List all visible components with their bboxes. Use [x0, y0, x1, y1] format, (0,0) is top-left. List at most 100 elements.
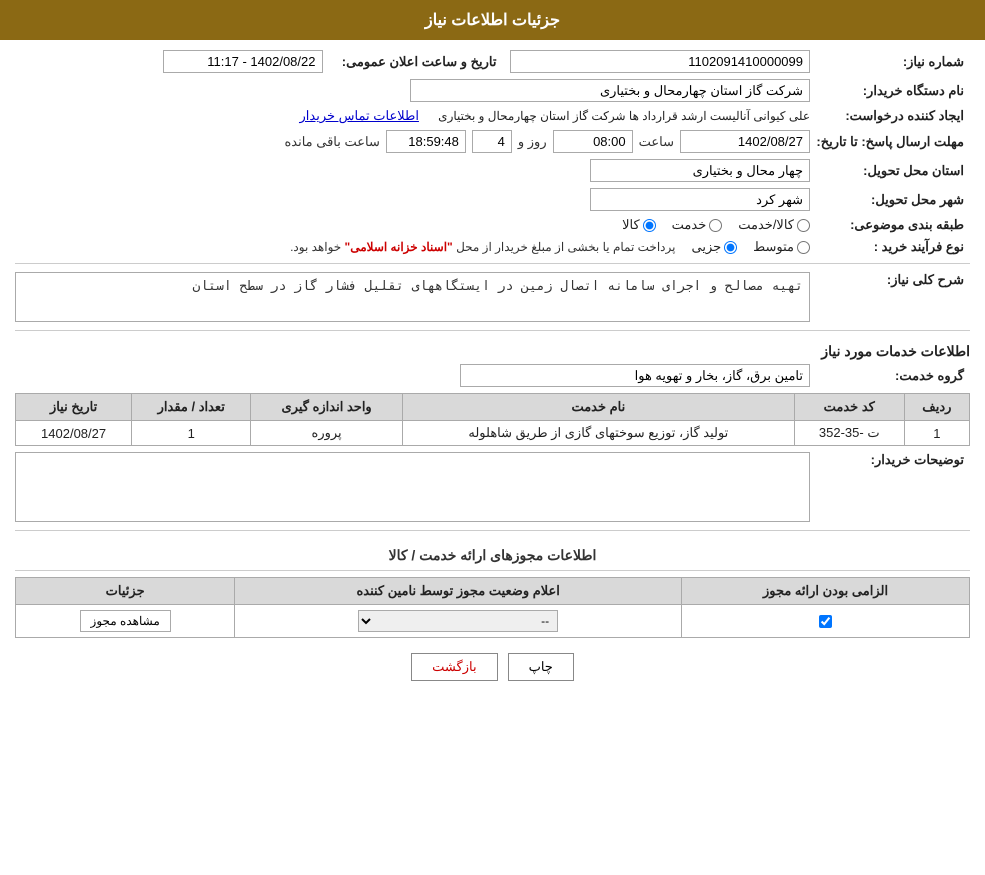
- buyer-notes-box: [15, 452, 810, 522]
- purchase-type-partial-label: جزیی: [691, 239, 721, 255]
- perm-status-cell: --: [235, 605, 682, 638]
- services-table-body: 1ت -35-352تولید گاز، توزیع سوختهای گازی …: [16, 421, 970, 446]
- need-number-value-cell: [503, 50, 811, 73]
- permissions-table-header-row: الزامی بودن ارائه مجوز اعلام وضعیت مجوز …: [16, 578, 970, 605]
- print-button[interactable]: چاپ: [508, 653, 574, 681]
- announcement-input[interactable]: [163, 50, 323, 73]
- bottom-buttons: چاپ بازگشت: [15, 638, 970, 696]
- perm-status-select[interactable]: --: [358, 610, 558, 632]
- category-label: طبقه بندی موضوعی:: [810, 217, 970, 233]
- days-label: روز و: [518, 134, 547, 150]
- permissions-table: الزامی بودن ارائه مجوز اعلام وضعیت مجوز …: [15, 577, 970, 638]
- col-name: نام خدمت: [402, 394, 794, 421]
- services-table: ردیف کد خدمت نام خدمت واحد اندازه گیری ت…: [15, 393, 970, 446]
- col-date: تاریخ نیاز: [16, 394, 132, 421]
- table-cell-name: تولید گاز، توزیع سوختهای گازی از طریق شا…: [402, 421, 794, 446]
- created-by-row: ایجاد کننده درخواست: علی کیوانی آنالیست …: [15, 108, 970, 124]
- delivery-city-value-cell: [15, 188, 810, 211]
- divider-2: [15, 330, 970, 331]
- table-cell-row: 1: [904, 421, 969, 446]
- col-code: کد خدمت: [794, 394, 904, 421]
- purchase-type-medium-label: متوسط: [753, 239, 794, 255]
- table-cell-code: ت -35-352: [794, 421, 904, 446]
- buyer-org-label: نام دستگاه خریدار:: [810, 83, 970, 99]
- permissions-title: اطلاعات مجوزهای ارائه خدمت / کالا: [15, 541, 970, 571]
- perm-col-details: جزئیات: [16, 578, 235, 605]
- category-goods-service-item: کالا/خدمت: [738, 217, 810, 233]
- category-service-label: خدمت: [672, 217, 707, 233]
- table-row: -- مشاهده مجوز: [16, 605, 970, 638]
- created-by-value-cell: علی کیوانی آنالیست ارشد قرارداد ها شرکت …: [15, 108, 810, 124]
- countdown-input[interactable]: [386, 130, 466, 153]
- need-number-label: شماره نیاز:: [810, 54, 970, 70]
- buyer-notes-row: توضیحات خریدار:: [15, 452, 970, 522]
- need-number-input[interactable]: [510, 50, 810, 73]
- purchase-type-partial-radio[interactable]: [724, 241, 737, 254]
- created-by-text: علی کیوانی آنالیست ارشد قرارداد ها شرکت …: [438, 109, 810, 123]
- delivery-province-row: استان محل تحویل:: [15, 159, 970, 182]
- need-description-textarea[interactable]: تهیه مصالح و اجرای سامانه اتصال زمین در …: [15, 272, 810, 322]
- delivery-province-input[interactable]: [590, 159, 810, 182]
- delivery-city-input[interactable]: [590, 188, 810, 211]
- table-row: 1ت -35-352تولید گاز، توزیع سوختهای گازی …: [16, 421, 970, 446]
- perm-required-cell: [682, 605, 970, 638]
- col-quantity: تعداد / مقدار: [132, 394, 251, 421]
- perm-required-checkbox[interactable]: [819, 615, 832, 628]
- purchase-type-radio-group: متوسط جزیی: [691, 239, 810, 255]
- category-goods-radio[interactable]: [643, 219, 656, 232]
- need-number-row: شماره نیاز: تاریخ و ساعت اعلان عمومی:: [15, 50, 970, 73]
- contact-link[interactable]: اطلاعات تماس خریدار: [300, 108, 419, 124]
- purchase-type-medium-item: متوسط: [753, 239, 810, 255]
- buyer-notes-label: توضیحات خریدار:: [810, 452, 970, 468]
- perm-col-required: الزامی بودن ارائه مجوز: [682, 578, 970, 605]
- need-description-value-cell: تهیه مصالح و اجرای سامانه اتصال زمین در …: [15, 272, 810, 322]
- table-cell-unit: پروره: [251, 421, 403, 446]
- perm-col-status: اعلام وضعیت مجوز توسط نامین کننده: [235, 578, 682, 605]
- response-time-input[interactable]: [553, 130, 633, 153]
- main-content: شماره نیاز: تاریخ و ساعت اعلان عمومی: نا…: [0, 40, 985, 706]
- permissions-table-head: الزامی بودن ارائه مجوز اعلام وضعیت مجوز …: [16, 578, 970, 605]
- page-header: جزئیات اطلاعات نیاز: [0, 0, 985, 40]
- table-cell-quantity: 1: [132, 421, 251, 446]
- announcement-label: تاریخ و ساعت اعلان عمومی:: [323, 54, 503, 70]
- purchase-type-partial-item: جزیی: [691, 239, 737, 255]
- category-goods-service-radio[interactable]: [797, 219, 810, 232]
- need-description-row: شرح کلی نیاز: تهیه مصالح و اجرای سامانه …: [15, 272, 970, 322]
- page-title: جزئیات اطلاعات نیاز: [425, 12, 560, 29]
- services-table-head: ردیف کد خدمت نام خدمت واحد اندازه گیری ت…: [16, 394, 970, 421]
- category-radio-group: کالا/خدمت خدمت کالا: [622, 217, 810, 233]
- need-description-label: شرح کلی نیاز:: [810, 272, 970, 288]
- category-service-radio[interactable]: [709, 219, 722, 232]
- delivery-city-label: شهر محل تحویل:: [810, 192, 970, 208]
- buyer-notes-value-cell: [15, 452, 810, 522]
- divider-3: [15, 530, 970, 531]
- category-service-item: خدمت: [672, 217, 723, 233]
- response-deadline-row: مهلت ارسال پاسخ: تا تاریخ: ساعت روز و سا…: [15, 130, 970, 153]
- page-wrapper: جزئیات اطلاعات نیاز شماره نیاز: تاریخ و …: [0, 0, 985, 875]
- back-button[interactable]: بازگشت: [411, 653, 497, 681]
- response-deadline-value-cell: ساعت روز و ساعت باقی مانده: [15, 130, 810, 153]
- view-permit-button[interactable]: مشاهده مجوز: [80, 610, 171, 632]
- delivery-province-value-cell: [15, 159, 810, 182]
- response-time-label: ساعت: [639, 134, 674, 150]
- purchase-notice-text: پرداخت تمام یا بخشی از مبلغ خریدار از مح…: [290, 240, 675, 254]
- purchase-type-value-cell: متوسط جزیی پرداخت تمام یا بخشی از مبلغ خ…: [15, 239, 810, 255]
- purchase-type-medium-radio[interactable]: [797, 241, 810, 254]
- col-unit: واحد اندازه گیری: [251, 394, 403, 421]
- service-group-input[interactable]: [460, 364, 810, 387]
- days-input[interactable]: [472, 130, 512, 153]
- col-row: ردیف: [904, 394, 969, 421]
- response-date-input[interactable]: [680, 130, 810, 153]
- permissions-table-body: -- مشاهده مجوز: [16, 605, 970, 638]
- service-group-value-cell: [15, 364, 810, 387]
- category-value-cell: کالا/خدمت خدمت کالا: [15, 217, 810, 233]
- services-table-header-row: ردیف کد خدمت نام خدمت واحد اندازه گیری ت…: [16, 394, 970, 421]
- buyer-org-input[interactable]: [410, 79, 810, 102]
- delivery-city-row: شهر محل تحویل:: [15, 188, 970, 211]
- category-goods-service-label: کالا/خدمت: [738, 217, 794, 233]
- delivery-province-label: استان محل تحویل:: [810, 163, 970, 179]
- response-deadline-label: مهلت ارسال پاسخ: تا تاریخ:: [810, 134, 970, 150]
- purchase-type-label: نوع فرآیند خرید :: [810, 239, 970, 255]
- category-goods-item: کالا: [622, 217, 656, 233]
- table-cell-date: 1402/08/27: [16, 421, 132, 446]
